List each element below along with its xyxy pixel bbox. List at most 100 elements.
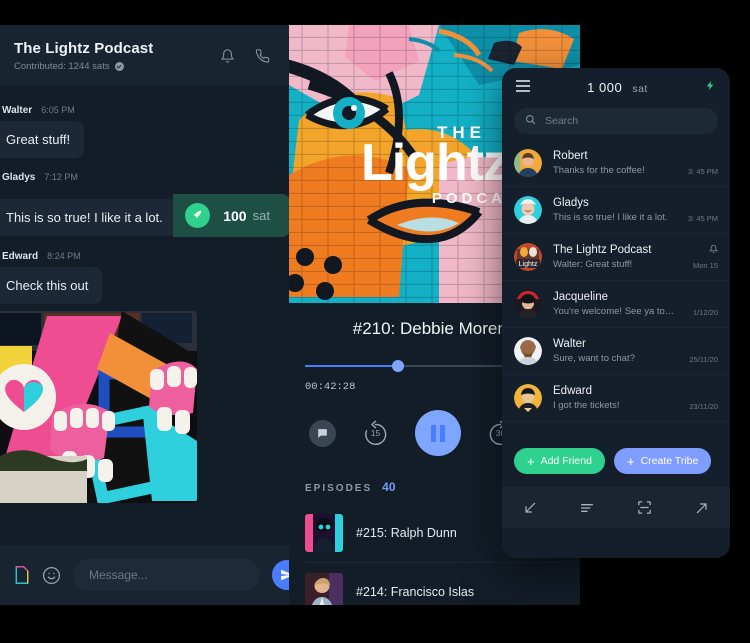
- conversation-row[interactable]: Walter Sure, want to chat? 25/11/20: [502, 328, 730, 375]
- conversation-name: Walter: [553, 338, 586, 350]
- message-list: Walter 6:05 PM Great stuff! Gladys 7:12 …: [0, 87, 290, 542]
- episode-name: #215: Ralph Dunn: [356, 526, 457, 540]
- conversation-texts: Walter Sure, want to chat?: [553, 338, 678, 364]
- payment-bubble[interactable]: 100 sat: [173, 194, 290, 237]
- bell-icon[interactable]: [220, 48, 235, 64]
- conversation-texts: Robert Thanks for the coffee!: [553, 150, 677, 176]
- avatar: [514, 196, 542, 224]
- pause-icon: [431, 424, 445, 442]
- phone-icon[interactable]: [255, 48, 270, 64]
- mute-bell-icon: [708, 244, 719, 256]
- list-lines-icon[interactable]: [579, 500, 595, 516]
- avatar: [514, 149, 542, 177]
- quote-bubble-icon[interactable]: [309, 419, 336, 447]
- message-bubble[interactable]: Great stuff!: [0, 121, 85, 158]
- chat-header-actions: [220, 48, 276, 64]
- qr-scan-icon[interactable]: [636, 499, 653, 516]
- conversation-name: Edward: [553, 385, 592, 397]
- add-friend-button[interactable]: + Add Friend: [514, 448, 605, 474]
- message-group: Edward 8:24 PM Check this out: [0, 243, 290, 503]
- file-attach-icon[interactable]: [14, 566, 30, 584]
- episodes-label: EPISODES: [305, 483, 373, 494]
- message-author: Edward: [2, 251, 39, 262]
- avatar: [514, 337, 542, 365]
- conversation-right: 25/11/20: [689, 338, 718, 364]
- add-friend-label: Add Friend: [540, 455, 592, 467]
- conversation-name: The Lightz Podcast: [553, 244, 652, 256]
- conversation-right: 1/12/20: [693, 291, 718, 317]
- arrow-receive-icon[interactable]: [522, 500, 538, 516]
- episode-row[interactable]: #214: Francisco Islas: [305, 563, 564, 605]
- conversation-row[interactable]: Edward I got the tickets! 23/11/20: [502, 375, 730, 422]
- conversation-preview: I got the tickets!: [553, 400, 620, 411]
- conversation-time: 3: 45 PM: [687, 167, 718, 176]
- conversation-texts: Edward I got the tickets!: [553, 385, 678, 411]
- satoshi-rocket-icon: [185, 203, 211, 228]
- create-tribe-button[interactable]: + Create Tribe: [613, 448, 712, 474]
- avatar: [514, 290, 542, 318]
- conversation-time: 3: 45 PM: [687, 214, 718, 223]
- rewind-15-button[interactable]: 15: [362, 420, 389, 447]
- arrow-send-icon[interactable]: [694, 500, 710, 516]
- svg-text:Lightz: Lightz: [519, 261, 538, 268]
- contributed-text: Contributed: 1244 sats: [14, 60, 110, 72]
- conversation-list: Robert Thanks for the coffee! 3: 45 PM G…: [502, 140, 730, 438]
- message-time: 7:12 PM: [44, 172, 78, 182]
- message-meta: Edward 8:24 PM: [0, 243, 290, 267]
- conversation-preview: Thanks for the coffee!: [553, 165, 645, 176]
- conversation-texts: Gladys This is so true! I like it a lot.: [553, 197, 677, 223]
- conversation-row[interactable]: Gladys This is so true! I like it a lot.…: [502, 187, 730, 234]
- chat-header-texts: The Lightz Podcast Contributed: 1244 sat…: [14, 40, 220, 72]
- phone-topbar: 1 000 sat: [502, 68, 730, 106]
- conversation-texts: The Lightz Podcast Walter: Great stuff!: [553, 244, 682, 270]
- message-meta: Walter 6:05 PM: [0, 97, 290, 121]
- conversation-time: Mon 15: [692, 261, 718, 270]
- message-bubble[interactable]: Check this out: [0, 267, 103, 304]
- hamburger-menu-icon[interactable]: [516, 79, 530, 95]
- send-button[interactable]: [272, 560, 290, 590]
- search-icon: [525, 112, 536, 130]
- message-group: Walter 6:05 PM Great stuff!: [0, 97, 290, 158]
- conversation-time: 23/11/20: [689, 402, 718, 411]
- plus-icon: +: [626, 453, 635, 469]
- conversation-preview: This is so true! I like it a lot.: [553, 212, 668, 223]
- conversation-right: Mon 15: [692, 244, 719, 270]
- verified-badge-icon: [114, 61, 124, 71]
- lightning-bolt-icon[interactable]: [705, 78, 716, 96]
- avatar: Lightz: [514, 243, 542, 271]
- message-meta: Gladys 7:12 PM: [0, 164, 290, 188]
- scrubber-fill: [305, 365, 399, 367]
- message-input[interactable]: [73, 559, 260, 591]
- conversation-right: 23/11/20: [689, 385, 718, 411]
- message-time: 6:05 PM: [41, 105, 75, 115]
- search-bar[interactable]: [514, 108, 718, 134]
- scrubber-knob[interactable]: [392, 360, 405, 372]
- conversation-preview: Walter: Great stuff!: [553, 259, 633, 270]
- conversation-row[interactable]: Robert Thanks for the coffee! 3: 45 PM: [502, 140, 730, 187]
- rewind-15-label: 15: [370, 428, 381, 438]
- search-input[interactable]: [545, 115, 707, 127]
- conversation-row[interactable]: Jacqueline You're welcome! See ya tomorr…: [502, 281, 730, 328]
- episode-name: #214: Francisco Islas: [356, 585, 475, 599]
- message-bubble[interactable]: This is so true! I like it a lot.: [0, 199, 177, 236]
- pause-button[interactable]: [415, 410, 461, 456]
- page-title: The Lightz Podcast: [14, 39, 154, 57]
- message-image-attachment[interactable]: [0, 311, 197, 503]
- emoji-smiley-icon[interactable]: [42, 566, 61, 585]
- balance-unit: sat: [632, 82, 648, 95]
- conversation-name: Jacqueline: [553, 291, 608, 303]
- message-group: Gladys 7:12 PM This is so true! I like i…: [0, 164, 290, 237]
- balance-amount: 1 000: [587, 79, 623, 95]
- conversation-right: 3: 45 PM: [688, 150, 718, 176]
- message-author: Walter: [2, 105, 33, 116]
- conversation-right: 3: 45 PM: [688, 197, 718, 223]
- conversation-name: Gladys: [553, 197, 589, 209]
- phone-panel: 1 000 sat Search Robert Thanks for the c…: [502, 68, 730, 558]
- conversation-time: 1/12/20: [692, 308, 718, 317]
- payment-unit: sat: [252, 208, 270, 223]
- phone-action-buttons: + Add Friend + Create Tribe: [502, 438, 730, 486]
- contributed-status: Contributed: 1244 sats: [14, 61, 220, 72]
- chat-panel: The Lightz Podcast Contributed: 1244 sat…: [0, 25, 290, 605]
- conversation-time: 25/11/20: [689, 355, 718, 364]
- conversation-row[interactable]: Lightz The Lightz Podcast Walter: Great …: [502, 234, 730, 281]
